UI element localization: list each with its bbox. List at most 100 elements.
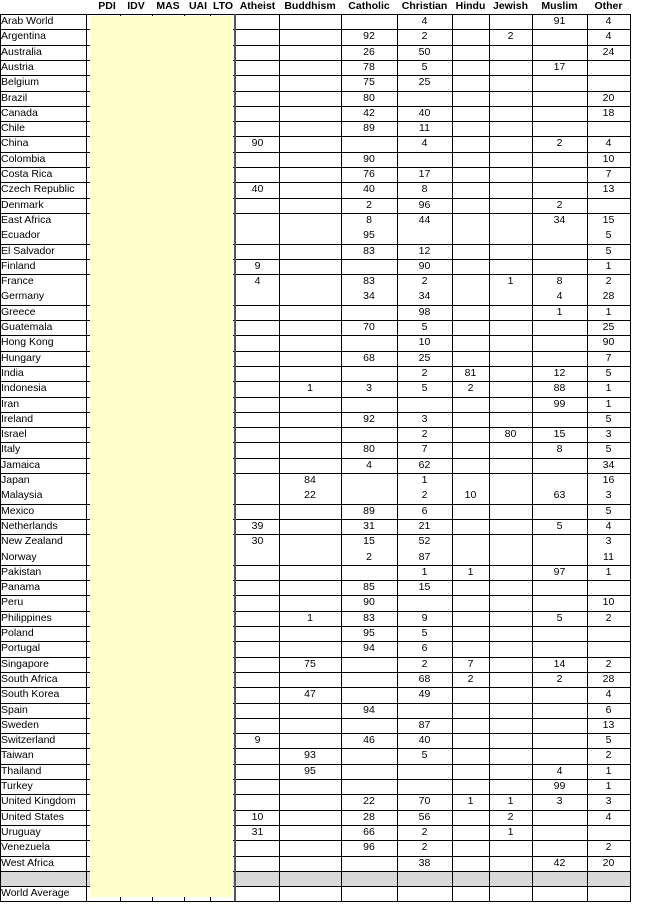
jewish-cell[interactable] xyxy=(489,611,532,626)
country-cell[interactable]: Hungary xyxy=(0,351,87,366)
atheist-cell[interactable] xyxy=(236,672,279,687)
catholic-cell[interactable]: 83 xyxy=(341,274,397,289)
buddhism-cell[interactable] xyxy=(279,856,341,871)
atheist-cell[interactable] xyxy=(236,794,279,809)
country-cell[interactable]: Italy xyxy=(0,442,87,457)
buddhism-cell[interactable] xyxy=(279,274,341,289)
muslim-cell[interactable]: 15 xyxy=(532,427,587,442)
jewish-cell[interactable]: 1 xyxy=(489,794,532,809)
country-cell[interactable]: Netherlands xyxy=(0,519,87,534)
atheist-cell[interactable] xyxy=(236,458,279,473)
christian-cell[interactable]: 5 xyxy=(397,381,452,396)
buddhism-cell[interactable] xyxy=(279,519,341,534)
country-cell[interactable]: Ireland xyxy=(0,412,87,427)
buddhism-cell[interactable]: 84 xyxy=(279,473,341,488)
catholic-cell[interactable]: 70 xyxy=(341,320,397,335)
catholic-cell[interactable]: 96 xyxy=(341,840,397,855)
header-idv[interactable]: IDV xyxy=(120,0,152,14)
hindu-cell[interactable] xyxy=(452,60,489,75)
jewish-cell[interactable] xyxy=(489,473,532,488)
other-cell[interactable]: 4 xyxy=(587,519,630,534)
country-cell[interactable]: Belgium xyxy=(0,75,87,90)
jewish-cell[interactable] xyxy=(489,718,532,733)
buddhism-cell[interactable] xyxy=(279,794,341,809)
jewish-cell[interactable] xyxy=(489,182,532,197)
christian-cell[interactable]: 2 xyxy=(397,488,452,503)
christian-cell[interactable]: 2 xyxy=(397,274,452,289)
christian-cell[interactable] xyxy=(397,91,452,106)
christian-cell[interactable]: 40 xyxy=(397,733,452,748)
atheist-cell[interactable] xyxy=(236,366,279,381)
catholic-cell[interactable]: 8 xyxy=(341,213,397,228)
atheist-cell[interactable] xyxy=(236,305,279,320)
atheist-cell[interactable]: 10 xyxy=(236,810,279,825)
country-cell[interactable]: Peru xyxy=(0,595,87,610)
country-cell[interactable]: Spain xyxy=(0,703,87,718)
jewish-cell[interactable] xyxy=(489,366,532,381)
jewish-cell[interactable] xyxy=(489,488,532,503)
catholic-cell[interactable]: 75 xyxy=(341,75,397,90)
atheist-cell[interactable]: 40 xyxy=(236,182,279,197)
christian-cell[interactable]: 5 xyxy=(397,320,452,335)
muslim-cell[interactable]: 8 xyxy=(532,442,587,457)
christian-cell[interactable]: 6 xyxy=(397,504,452,519)
other-cell[interactable]: 20 xyxy=(587,91,630,106)
muslim-cell[interactable] xyxy=(532,748,587,763)
muslim-cell[interactable]: 2 xyxy=(532,198,587,213)
atheist-cell[interactable] xyxy=(236,289,279,304)
other-cell[interactable]: 18 xyxy=(587,106,630,121)
atheist-cell[interactable] xyxy=(236,228,279,243)
hindu-cell[interactable] xyxy=(452,442,489,457)
other-cell[interactable]: 1 xyxy=(587,259,630,274)
muslim-cell[interactable] xyxy=(532,320,587,335)
atheist-cell[interactable] xyxy=(236,167,279,182)
atheist-cell[interactable] xyxy=(236,657,279,672)
other-cell[interactable]: 5 xyxy=(587,412,630,427)
buddhism-cell[interactable]: 22 xyxy=(279,488,341,503)
buddhism-cell[interactable] xyxy=(279,259,341,274)
muslim-cell[interactable]: 63 xyxy=(532,488,587,503)
buddhism-cell[interactable] xyxy=(279,626,341,641)
header-pdi[interactable]: PDI xyxy=(90,0,124,14)
catholic-cell[interactable]: 83 xyxy=(341,244,397,259)
other-cell[interactable] xyxy=(587,198,630,213)
catholic-cell[interactable]: 26 xyxy=(341,45,397,60)
buddhism-cell[interactable] xyxy=(279,672,341,687)
buddhism-cell[interactable] xyxy=(279,703,341,718)
muslim-cell[interactable] xyxy=(532,504,587,519)
hindu-cell[interactable] xyxy=(452,550,489,565)
catholic-cell[interactable] xyxy=(341,335,397,350)
country-cell[interactable]: Brazil xyxy=(0,91,87,106)
hindu-cell[interactable] xyxy=(452,473,489,488)
other-cell[interactable]: 11 xyxy=(587,550,630,565)
christian-cell[interactable] xyxy=(397,397,452,412)
hindu-cell[interactable] xyxy=(452,29,489,44)
hindu-cell[interactable] xyxy=(452,534,489,549)
jewish-cell[interactable] xyxy=(489,91,532,106)
atheist-cell[interactable] xyxy=(236,412,279,427)
other-cell[interactable]: 3 xyxy=(587,794,630,809)
atheist-cell[interactable] xyxy=(236,213,279,228)
hindu-cell[interactable] xyxy=(452,305,489,320)
catholic-cell[interactable]: 22 xyxy=(341,794,397,809)
buddhism-cell[interactable] xyxy=(279,351,341,366)
christian-cell[interactable]: 2 xyxy=(397,29,452,44)
catholic-cell[interactable]: 85 xyxy=(341,580,397,595)
christian-cell[interactable]: 56 xyxy=(397,810,452,825)
jewish-average-cell[interactable] xyxy=(489,886,532,901)
muslim-cell[interactable] xyxy=(532,580,587,595)
buddhism-cell[interactable] xyxy=(279,580,341,595)
atheist-cell[interactable] xyxy=(236,397,279,412)
other-cell[interactable]: 5 xyxy=(587,244,630,259)
christian-cell[interactable]: 5 xyxy=(397,748,452,763)
muslim-cell[interactable] xyxy=(532,810,587,825)
country-cell[interactable]: Arab World xyxy=(0,14,87,29)
christian-cell[interactable]: 2 xyxy=(397,657,452,672)
christian-cell[interactable]: 90 xyxy=(397,259,452,274)
buddhism-cell[interactable] xyxy=(279,335,341,350)
buddhism-cell[interactable] xyxy=(279,733,341,748)
hindu-average-cell[interactable] xyxy=(452,886,489,901)
country-cell[interactable]: Canada xyxy=(0,106,87,121)
buddhism-cell[interactable] xyxy=(279,213,341,228)
buddhism-cell[interactable]: 95 xyxy=(279,764,341,779)
